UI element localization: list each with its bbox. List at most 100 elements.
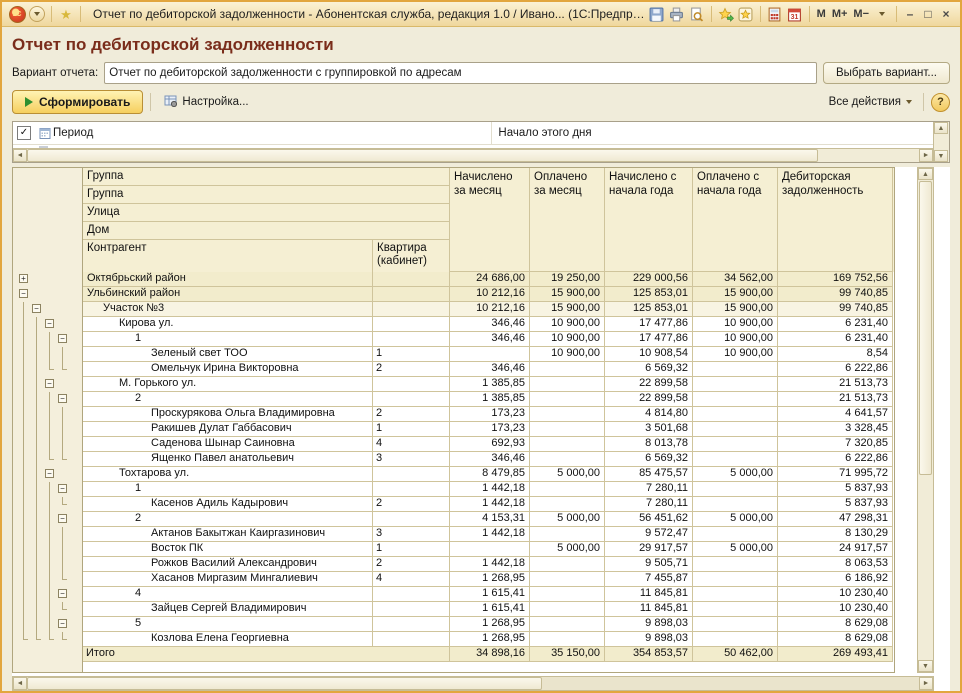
table-row[interactable]: Ракишев Дулат Габбасович1173,233 501,683… [13, 422, 894, 437]
settings-horizontal-scrollbar[interactable]: ◄ ► [13, 148, 933, 162]
maximize-button[interactable]: □ [919, 7, 937, 21]
cell-value: 1 268,95 [450, 572, 530, 587]
scroll-up-icon[interactable]: ▲ [918, 168, 933, 180]
scroll-right-icon[interactable]: ► [919, 677, 933, 690]
cell-name: М. Горького ул. [83, 377, 373, 392]
cell-value: 3 501,68 [605, 422, 693, 437]
cell-value [693, 527, 778, 542]
memory-recall-button[interactable]: M [814, 8, 829, 20]
settings-vertical-scrollbar[interactable]: ▲ ▼ [933, 122, 949, 162]
scrollbar-thumb[interactable] [27, 677, 542, 690]
all-actions-button[interactable]: Все действия [825, 96, 916, 108]
collapse-toggle[interactable]: − [45, 379, 54, 388]
1c-logo-icon[interactable]: 1С [8, 5, 26, 23]
group-row[interactable]: −Ульбинский район10 212,1615 900,00125 8… [13, 287, 894, 302]
favorites-icon[interactable] [737, 5, 755, 23]
table-row[interactable]: Саденова Шынар Саиновна4692,938 013,787 … [13, 437, 894, 452]
expand-toggle[interactable]: + [19, 274, 28, 283]
header-counterparty: Контрагент [83, 240, 373, 272]
table-row[interactable]: Касенов Адиль Кадырович21 442,187 280,11… [13, 497, 894, 512]
collapse-toggle[interactable]: − [58, 394, 67, 403]
cell-apartment [373, 482, 450, 497]
table-row[interactable]: Козлова Елена Георгиевна1 268,959 898,03… [13, 632, 894, 647]
tree-gutter [13, 407, 83, 422]
minimize-button[interactable]: – [901, 7, 919, 21]
scroll-left-icon[interactable]: ◄ [13, 149, 27, 162]
page-title: Отчет по дебиторской задолженности [12, 35, 950, 59]
group-row[interactable]: −51 268,959 898,038 629,08 [13, 617, 894, 632]
help-button[interactable]: ? [931, 93, 950, 112]
total-row[interactable]: Итого34 898,1635 150,00354 853,5750 462,… [13, 647, 894, 662]
cell-name: 2 [83, 392, 373, 407]
table-vertical-scrollbar[interactable]: ▲ ▼ [917, 167, 934, 673]
table-horizontal-scrollbar[interactable]: ◄ ► [12, 676, 934, 691]
table-row[interactable]: Хасанов Миргазим Мингалиевич41 268,957 4… [13, 572, 894, 587]
tree-line [23, 332, 24, 347]
group-row[interactable]: −11 442,187 280,115 837,93 [13, 482, 894, 497]
collapse-toggle[interactable]: − [58, 619, 67, 628]
generate-report-button[interactable]: Сформировать [12, 90, 143, 114]
group-row[interactable]: −1346,4610 900,0017 477,8610 900,006 231… [13, 332, 894, 347]
table-row[interactable]: Зайцев Сергей Владимирович1 615,4111 845… [13, 602, 894, 617]
scrollbar-thumb[interactable] [27, 149, 818, 162]
table-row[interactable]: Омельчук Ирина Викторовна2346,466 569,32… [13, 362, 894, 377]
scroll-left-icon[interactable]: ◄ [13, 677, 27, 690]
more-buttons-chevron-icon[interactable] [873, 5, 891, 23]
table-row[interactable]: Проскурякова Ольга Владимировна2173,234 … [13, 407, 894, 422]
cell-value: 9 505,71 [605, 557, 693, 572]
scroll-down-icon[interactable]: ▼ [918, 660, 933, 672]
group-row[interactable]: +Октябрьский район24 686,0019 250,00229 … [13, 272, 894, 287]
variant-input[interactable] [104, 62, 817, 84]
save-icon[interactable] [648, 5, 666, 23]
cell-value: 9 572,47 [605, 527, 693, 542]
cell-value: 21 513,73 [778, 377, 893, 392]
collapse-toggle[interactable]: − [58, 589, 67, 598]
group-row[interactable]: −М. Горького ул.1 385,8522 899,5821 513,… [13, 377, 894, 392]
print-icon[interactable] [668, 5, 686, 23]
table-row[interactable]: Актанов Бакытжан Каиргазинович31 442,189… [13, 527, 894, 542]
scroll-right-icon[interactable]: ► [919, 149, 933, 162]
collapse-toggle[interactable]: − [58, 484, 67, 493]
collapse-toggle[interactable]: − [45, 469, 54, 478]
choose-variant-button[interactable]: Выбрать вариант... [823, 62, 950, 84]
cell-apartment [373, 272, 450, 287]
group-row[interactable]: −Участок №310 212,1615 900,00125 853,011… [13, 302, 894, 317]
cell-name: 1 [83, 332, 373, 347]
divider [896, 6, 897, 22]
tree-line [36, 557, 37, 572]
cell-value: 21 513,73 [778, 392, 893, 407]
collapse-toggle[interactable]: − [58, 334, 67, 343]
table-row[interactable]: Зеленый свет ТОО110 900,0010 908,5410 90… [13, 347, 894, 362]
table-row[interactable]: Рожков Василий Александрович21 442,189 5… [13, 557, 894, 572]
favorite-star-icon[interactable]: ★ [57, 5, 75, 23]
memory-subtract-button[interactable]: M− [850, 8, 872, 20]
collapse-toggle[interactable]: − [58, 514, 67, 523]
group-row[interactable]: −41 615,4111 845,8110 230,40 [13, 587, 894, 602]
scroll-down-icon[interactable]: ▼ [934, 150, 948, 162]
calendar-icon[interactable]: 31 [786, 5, 804, 23]
collapse-toggle[interactable]: − [45, 319, 54, 328]
tree-line [23, 587, 24, 602]
add-to-favorites-icon[interactable] [717, 5, 735, 23]
period-value[interactable]: Начало этого дня [491, 122, 591, 144]
table-row[interactable]: Восток ПК15 000,0029 917,575 000,0024 91… [13, 542, 894, 557]
close-button[interactable]: × [937, 7, 955, 21]
print-preview-icon[interactable] [688, 5, 706, 23]
calculator-icon[interactable] [766, 5, 784, 23]
collapse-toggle[interactable]: − [32, 304, 41, 313]
cell-apartment [373, 392, 450, 407]
system-menu-dropdown-icon[interactable] [28, 5, 46, 23]
group-row[interactable]: −Тохтарова ул.8 479,855 000,0085 475,575… [13, 467, 894, 482]
memory-add-button[interactable]: M+ [829, 8, 851, 20]
period-filter-row[interactable]: ✓ Период Начало этого дня [13, 122, 933, 145]
group-row[interactable]: −24 153,315 000,0056 451,625 000,0047 29… [13, 512, 894, 527]
group-row[interactable]: −Кирова ул.346,4610 900,0017 477,8610 90… [13, 317, 894, 332]
group-row[interactable]: −21 385,8522 899,5821 513,73 [13, 392, 894, 407]
collapse-toggle[interactable]: − [19, 289, 28, 298]
scrollbar-thumb[interactable] [919, 181, 932, 475]
tree-line-end [49, 452, 50, 460]
period-checkbox[interactable]: ✓ [17, 126, 31, 140]
table-row[interactable]: Ященко Павел анатольевич3346,466 569,326… [13, 452, 894, 467]
settings-button[interactable]: Настройка... [158, 91, 254, 113]
scroll-up-icon[interactable]: ▲ [934, 122, 948, 134]
